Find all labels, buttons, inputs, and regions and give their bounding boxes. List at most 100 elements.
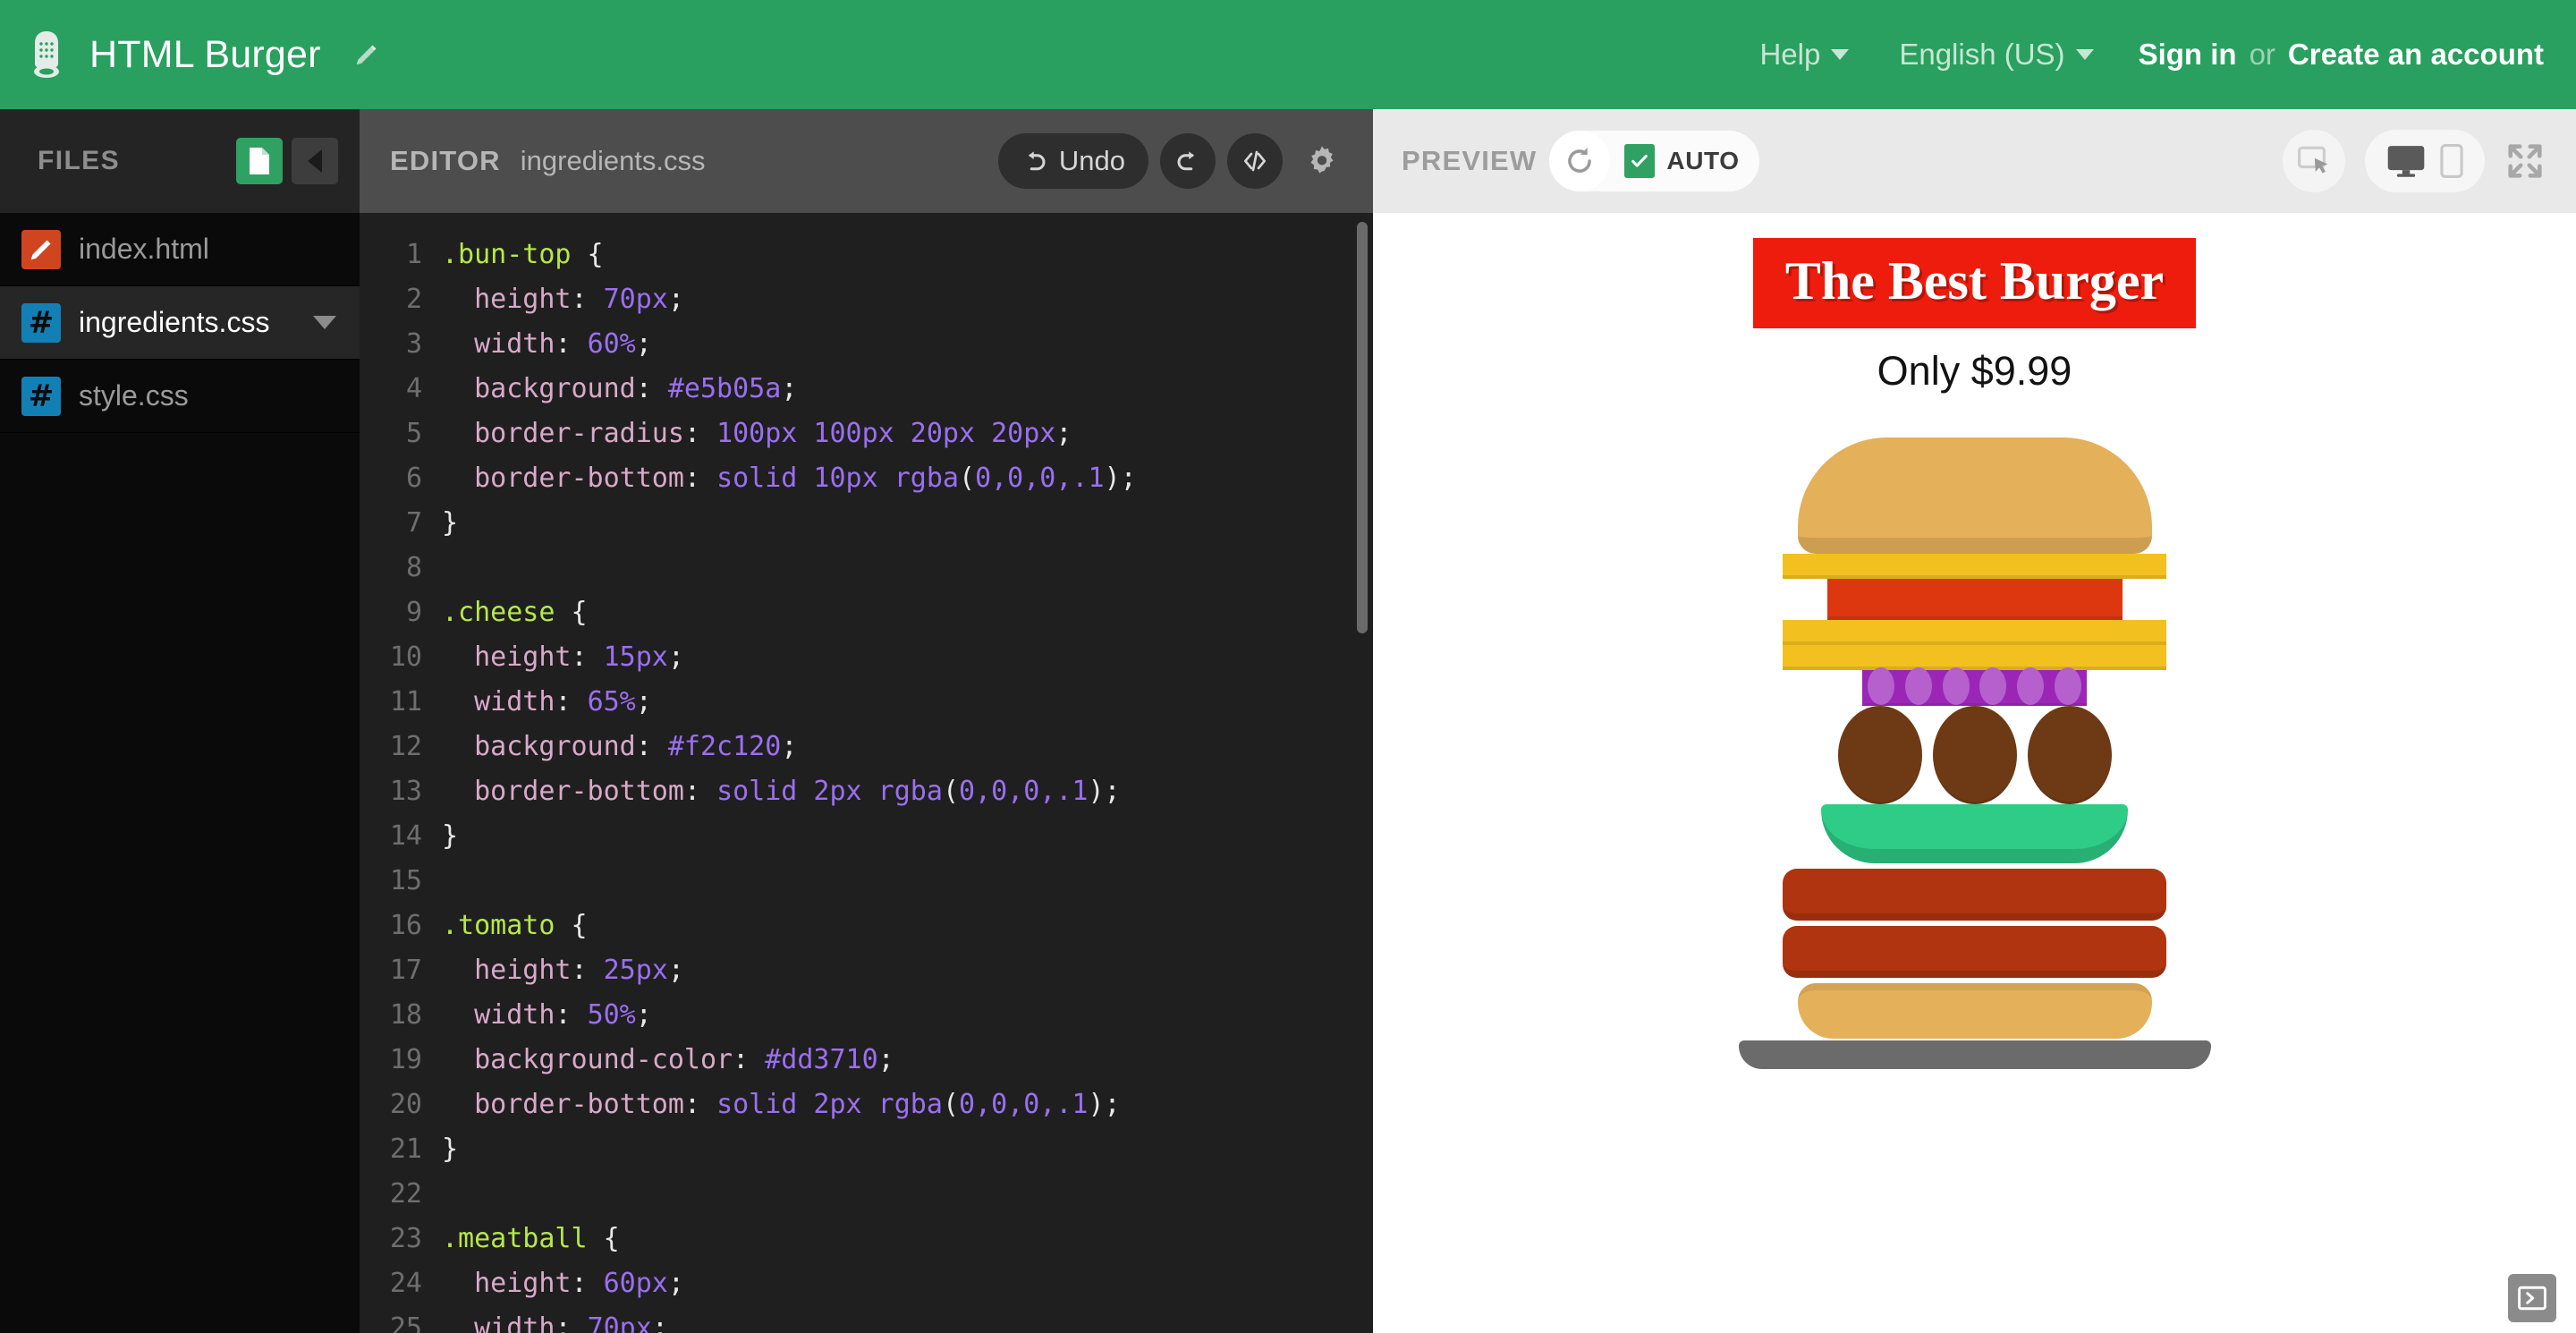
brand[interactable]: HTML Burger [23,30,380,80]
code-line[interactable]: 23 .meatball { [360,1217,1373,1261]
gear-icon [1310,146,1334,174]
mobile-icon[interactable] [2440,144,2463,178]
auto-refresh-checkbox[interactable]: AUTO [1624,144,1739,178]
code-line[interactable]: 16 .tomato { [360,904,1373,948]
code-token: solid 10px rgba [716,463,959,494]
code-line[interactable]: 11 width: 65%; [360,680,1373,725]
line-number: 3 [405,328,422,360]
view-code-button[interactable] [1227,133,1283,189]
line-text: border-bottom: solid 2px rgba(0,0,0,.1); [442,769,1121,814]
redo-button[interactable] [1160,133,1216,189]
device-toggle[interactable] [2365,130,2485,192]
help-menu[interactable]: Help [1734,38,1874,72]
code-line[interactable]: 9 .cheese { [360,590,1373,635]
editor-panel-label: EDITOR [390,145,501,176]
line-text: .cheese { [442,590,588,635]
line-text: width: 60%; [442,322,652,367]
files-sidebar: FILES index.html # ingredients.css # sty… [0,109,360,1333]
preview-heading: The Best Burger [1752,238,2197,328]
code-content[interactable]: 1 .bun-top {2 height: 70px; 3 width: 60%; 4… [360,213,1373,1333]
expand-icon [2508,144,2542,178]
code-token: ; [781,373,798,404]
code-token: ; [635,686,652,717]
code-token: : [635,731,668,762]
console-toggle-button[interactable] [2508,1274,2556,1322]
code-line[interactable]: 3 width: 60%; [360,322,1373,367]
code-line[interactable]: 2 height: 70px; [360,277,1373,322]
code-token: { [587,1223,620,1254]
code-token: #e5b05a [667,373,782,404]
burger-illustration [1680,437,2270,1069]
html-pencil-icon [21,229,61,269]
code-line[interactable]: 20 border-bottom: solid 2px rgba(0,0,0,.… [360,1083,1373,1127]
create-account-link[interactable]: Create an account [2288,38,2544,72]
code-token: : [683,463,717,494]
code-line[interactable]: 4 background: #e5b05a; [360,367,1373,412]
line-text: background: #e5b05a; [442,367,797,412]
files-header: FILES [0,109,360,213]
file-item-style-css[interactable]: # style.css [0,360,360,433]
code-token: : [555,686,588,717]
code-line[interactable]: 1 .bun-top { [360,233,1373,277]
code-line[interactable]: 19 background-color: #dd3710; [360,1038,1373,1083]
code-token: ); [1088,776,1121,807]
line-number: 14 [389,820,422,852]
code-token: ; [667,641,684,673]
code-line[interactable]: 17 height: 25px; [360,948,1373,993]
code-token: height [442,1268,572,1299]
collapse-sidebar-button[interactable] [292,138,338,184]
app-body: FILES index.html # ingredients.css # sty… [0,109,2576,1333]
editor-scrollbar[interactable] [1357,222,1368,633]
sign-in-link[interactable]: Sign in [2139,38,2237,72]
language-menu[interactable]: English (US) [1874,38,2118,72]
auth-links: Sign in or Create an account [2139,38,2544,72]
code-line[interactable]: 14} [360,814,1373,859]
code-line[interactable]: 24 height: 60px; [360,1261,1373,1306]
burger-layer-plate [1738,1040,2211,1069]
code-editor[interactable]: 1 .bun-top {2 height: 70px; 3 width: 60%; 4… [360,213,1373,1333]
code-line[interactable]: 6 border-bottom: solid 10px rgba(0,0,0,.… [360,456,1373,501]
code-token: } [442,820,459,852]
code-line[interactable]: 18 width: 50%; [360,993,1373,1038]
code-line[interactable]: 15 [360,859,1373,904]
files-panel-label: FILES [38,146,121,175]
select-element-button[interactable] [2283,130,2345,192]
code-token: { [555,910,588,941]
auth-separator: or [2249,38,2275,71]
code-line[interactable]: 10 height: 15px; [360,635,1373,680]
file-item-ingredients-css[interactable]: # ingredients.css [0,286,360,360]
checkbox-checked-icon [1624,144,1656,178]
refresh-button[interactable] [1549,131,1611,191]
editor-header: EDITOR ingredients.css Undo [360,109,1373,213]
undo-button[interactable]: Undo [997,133,1148,189]
line-number: 19 [389,1044,422,1075]
code-line[interactable]: 7} [360,501,1373,546]
code-token: ( [942,1089,959,1120]
code-line[interactable]: 21} [360,1127,1373,1172]
meatball [1932,705,2017,804]
pencil-icon[interactable] [353,41,380,68]
code-token: ; [635,328,652,360]
burger-layer-tomato [1826,578,2123,620]
code-line[interactable]: 22 [360,1172,1373,1217]
code-token: : [571,1268,604,1299]
code-line[interactable]: 13 border-bottom: solid 2px rgba(0,0,0,.… [360,769,1373,814]
desktop-icon[interactable] [2386,144,2426,178]
code-token: 70px [603,284,668,315]
file-item-index-html[interactable]: index.html [0,213,360,286]
editor-settings-button[interactable] [1294,133,1350,189]
new-file-button[interactable] [236,138,283,184]
line-number: 8 [405,552,422,583]
code-line[interactable]: 12 background: #f2c120; [360,725,1373,769]
file-list: index.html # ingredients.css # style.css [0,213,360,433]
code-line[interactable]: 25 width: 70px; [360,1306,1373,1333]
code-token: ( [959,463,976,494]
fullscreen-button[interactable] [2504,140,2546,182]
code-line[interactable]: 8 [360,546,1373,590]
file-options-chevron-icon[interactable] [313,316,336,329]
line-number: 2 [405,284,422,315]
code-token: .tomato [442,910,555,941]
preview-header: PREVIEW AUTO [1373,109,2576,213]
code-line[interactable]: 5 border-radius: 100px 100px 20px 20px; [360,412,1373,456]
code-token: height [442,284,572,315]
